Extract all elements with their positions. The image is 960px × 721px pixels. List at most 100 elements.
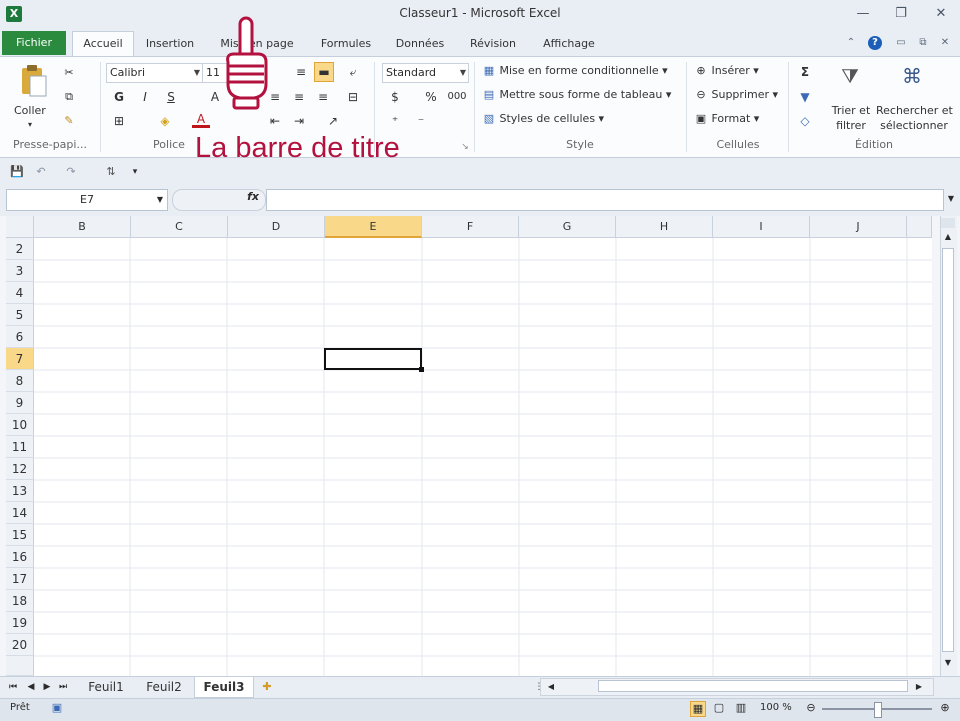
row-header-17[interactable]: 17	[6, 568, 34, 590]
increase-indent-icon[interactable]: ⇥	[290, 112, 308, 130]
tab-file[interactable]: Fichier	[2, 31, 66, 55]
insert-function-button[interactable]: fx	[247, 190, 259, 203]
sort-filter-line1[interactable]: Trier et	[824, 104, 878, 117]
normal-view-icon[interactable]: ▦	[690, 701, 706, 717]
column-header-d[interactable]: D	[228, 216, 325, 238]
paste-icon[interactable]	[18, 64, 48, 98]
borders-icon[interactable]: ⊞	[110, 112, 128, 130]
delete-cells-button[interactable]: ⊖ Supprimer ▾	[694, 88, 778, 102]
scroll-left-icon[interactable]: ◀	[544, 680, 558, 694]
row-header-13[interactable]: 13	[6, 480, 34, 502]
scroll-down-icon[interactable]: ▼	[941, 656, 955, 670]
next-sheet-icon[interactable]: ▶	[40, 680, 54, 694]
close-button[interactable]: ✕	[928, 4, 954, 24]
binoculars-icon[interactable]: ⌘	[898, 64, 926, 92]
increase-decimal-icon[interactable]: ⁺	[386, 112, 404, 130]
italic-button[interactable]: I	[136, 88, 154, 106]
number-dialog-launcher-icon[interactable]: ↘	[458, 140, 472, 154]
align-right-icon[interactable]: ≡	[314, 88, 332, 106]
row-header-10[interactable]: 10	[6, 414, 34, 436]
sort-filter-line2[interactable]: filtrer	[824, 119, 878, 132]
find-select-line1[interactable]: Rechercher et	[876, 104, 953, 117]
row-header-9[interactable]: 9	[6, 392, 34, 414]
tab-revision[interactable]: Révision	[462, 33, 524, 55]
number-format-combo[interactable]: Standard ▼	[382, 63, 469, 83]
row-header-19[interactable]: 19	[6, 612, 34, 634]
underline-button[interactable]: S	[162, 88, 180, 106]
tab-donnees[interactable]: Données	[390, 33, 450, 55]
row-header-12[interactable]: 12	[6, 458, 34, 480]
column-header-h[interactable]: H	[616, 216, 713, 238]
row-header-2[interactable]: 2	[6, 238, 34, 260]
cut-icon[interactable]: ✂	[62, 66, 76, 80]
column-header-c[interactable]: C	[131, 216, 228, 238]
tab-formules[interactable]: Formules	[314, 33, 378, 55]
doc-close-icon[interactable]: ✕	[938, 36, 952, 50]
sheet-tab-feuil3[interactable]: Feuil3	[194, 677, 254, 698]
sort-filter-icon[interactable]: ⧩	[836, 64, 864, 92]
sort-icon[interactable]: ⇅	[104, 165, 118, 179]
bold-button[interactable]: G	[110, 88, 128, 106]
row-header-16[interactable]: 16	[6, 546, 34, 568]
minimize-ribbon-icon[interactable]: ⌃	[844, 36, 858, 50]
row-header-3[interactable]: 3	[6, 260, 34, 282]
worksheet-grid[interactable]	[6, 216, 932, 676]
save-icon[interactable]: 💾	[10, 165, 24, 179]
column-header-i[interactable]: I	[713, 216, 810, 238]
decrease-decimal-icon[interactable]: ⁻	[412, 112, 430, 130]
row-header-8[interactable]: 8	[6, 370, 34, 392]
row-header-7[interactable]: 7	[6, 348, 34, 370]
column-header-partial[interactable]	[907, 216, 932, 238]
tab-accueil[interactable]: Accueil	[72, 31, 134, 57]
macro-record-icon[interactable]: ▣	[50, 701, 64, 715]
column-header-e[interactable]: E	[325, 216, 422, 238]
row-header-15[interactable]: 15	[6, 524, 34, 546]
zoom-slider-thumb[interactable]	[874, 702, 882, 718]
fill-handle[interactable]	[419, 367, 424, 372]
decrease-indent-icon[interactable]: ⇤	[266, 112, 284, 130]
select-all-corner[interactable]	[6, 216, 34, 238]
horizontal-scroll-thumb[interactable]	[598, 680, 908, 692]
format-painter-icon[interactable]: ✎	[62, 114, 76, 128]
customize-qat-icon[interactable]: ▾	[128, 165, 142, 179]
restore-button[interactable]: ❐	[888, 4, 914, 24]
active-cell-e7[interactable]	[324, 348, 422, 370]
zoom-out-icon[interactable]: ⊖	[804, 701, 818, 715]
cell-styles-button[interactable]: ▧ Styles de cellules ▾	[482, 112, 604, 126]
column-header-b[interactable]: B	[34, 216, 131, 238]
first-sheet-icon[interactable]: ⏮	[6, 680, 20, 694]
undo-icon[interactable]: ↶	[34, 165, 48, 179]
tab-insertion[interactable]: Insertion	[140, 33, 200, 55]
copy-icon[interactable]: ⧉	[62, 90, 76, 104]
sheet-tab-feuil2[interactable]: Feuil2	[138, 677, 190, 697]
help-icon[interactable]: ?	[868, 36, 882, 50]
clear-icon[interactable]: ◇	[796, 112, 814, 130]
merge-center-icon[interactable]: ⊟	[344, 88, 362, 106]
doc-minimize-icon[interactable]: ▭	[894, 36, 908, 50]
last-sheet-icon[interactable]: ⏭	[56, 680, 70, 694]
doc-restore-icon[interactable]: ⧉	[916, 36, 930, 50]
formula-input[interactable]	[266, 189, 944, 211]
wrap-text-icon[interactable]: ⤶	[344, 63, 362, 81]
format-cells-button[interactable]: ▣ Format ▾	[694, 112, 760, 126]
autosum-button[interactable]: Σ	[796, 63, 814, 81]
find-select-line2[interactable]: sélectionner	[876, 119, 952, 132]
row-header-5[interactable]: 5	[6, 304, 34, 326]
font-color-button[interactable]: A	[192, 110, 210, 128]
insert-cells-button[interactable]: ⊕ Insérer ▾	[694, 64, 758, 78]
scroll-up-icon[interactable]: ▲	[941, 230, 955, 244]
split-box[interactable]	[941, 218, 955, 228]
expand-formula-bar-icon[interactable]: ▼	[944, 192, 958, 206]
paste-dropdown-icon[interactable]: ▾	[28, 120, 32, 129]
column-header-j[interactable]: J	[810, 216, 907, 238]
align-center-icon[interactable]: ≡	[290, 88, 308, 106]
fill-icon[interactable]: ▼	[796, 88, 814, 106]
row-header-18[interactable]: 18	[6, 590, 34, 612]
zoom-in-icon[interactable]: ⊕	[938, 701, 952, 715]
vertical-scroll-thumb[interactable]	[942, 248, 954, 652]
paste-button-label[interactable]: Coller	[14, 104, 46, 117]
row-header-4[interactable]: 4	[6, 282, 34, 304]
orientation-icon[interactable]: ↗	[324, 112, 342, 130]
fill-color-icon[interactable]: ◈	[156, 112, 174, 130]
zoom-level[interactable]: 100 %	[760, 702, 792, 713]
